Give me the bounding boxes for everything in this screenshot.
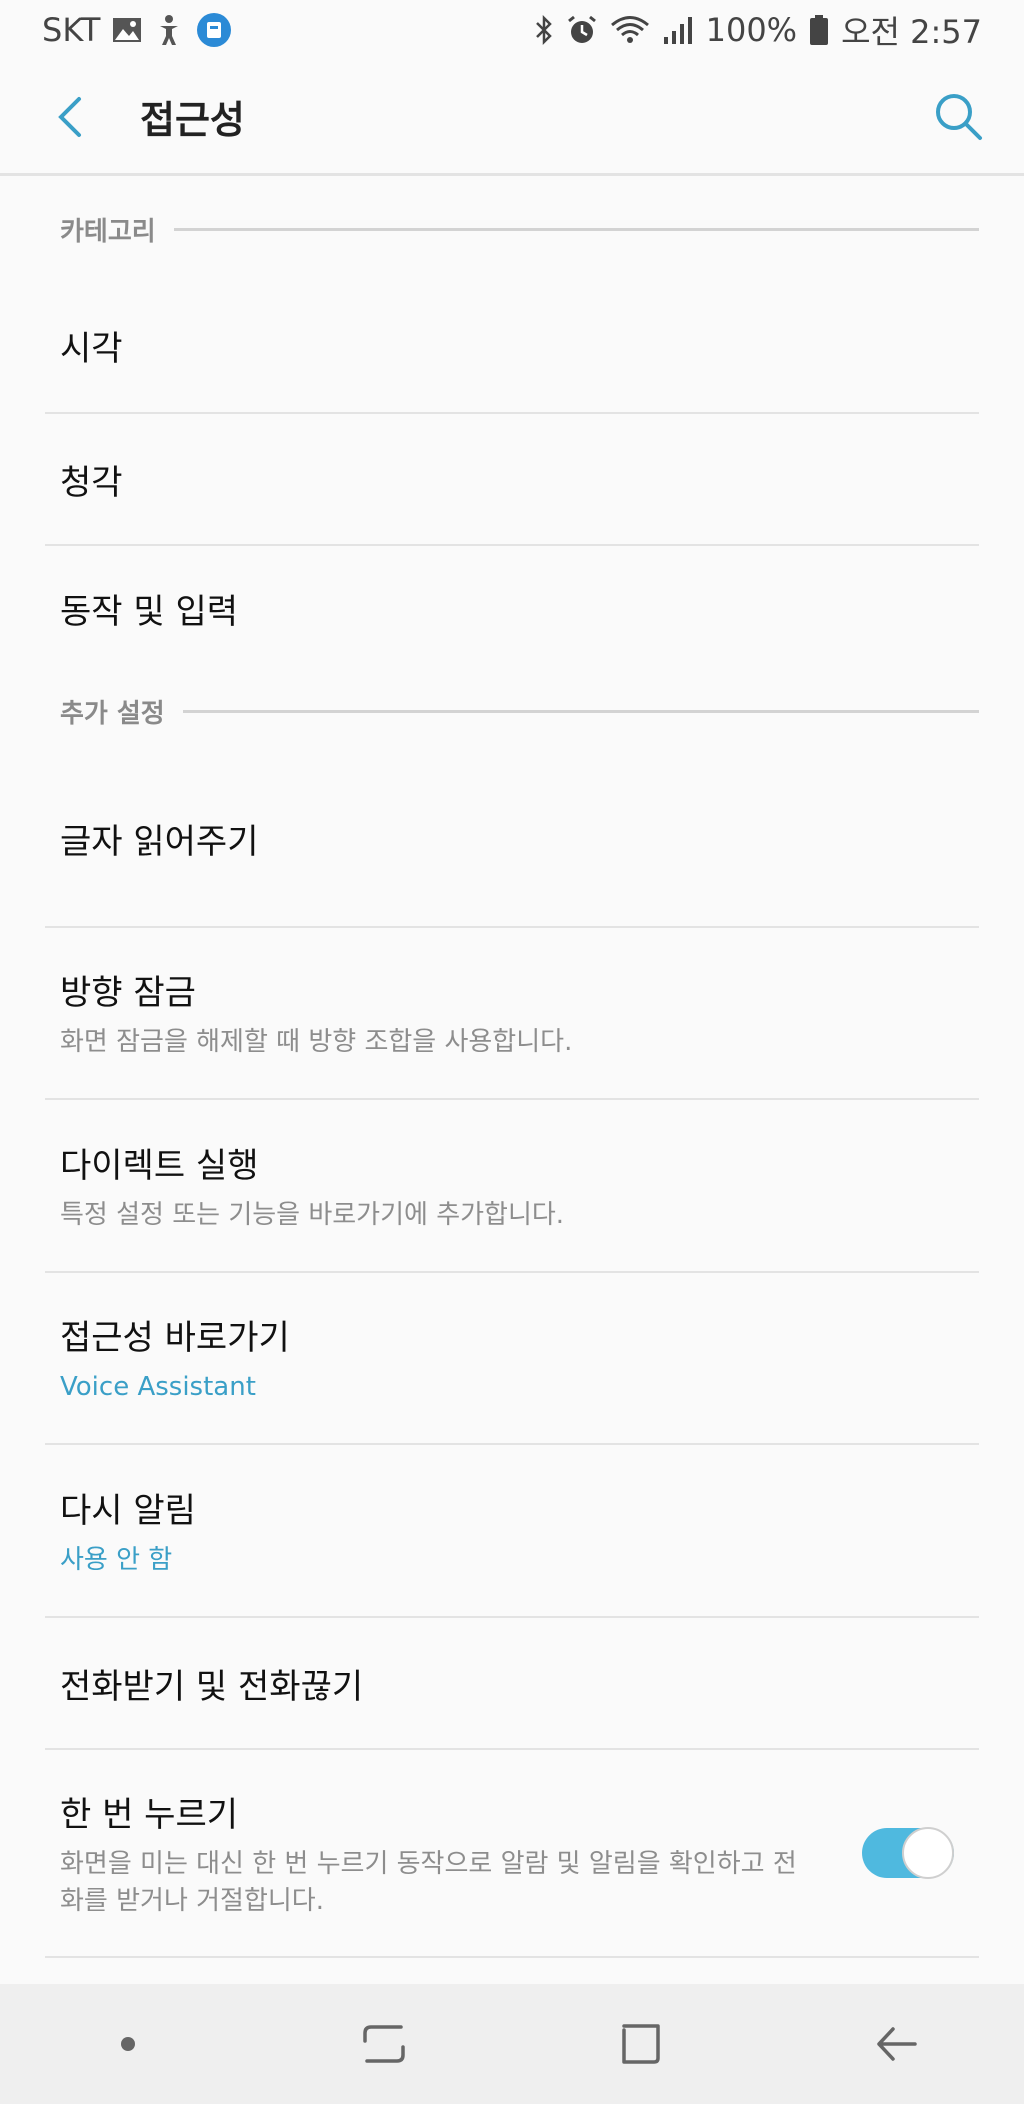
setting-single-tap-mode[interactable]: 한 번 누르기 화면을 미는 대신 한 번 누르기 동작으로 알람 및 알림을 … bbox=[45, 1750, 979, 1958]
status-bar: SKT 100% 오전 2:57 bbox=[0, 0, 1024, 60]
setting-title: 다이렉트 실행 bbox=[60, 1145, 259, 1186]
setting-title: 접근성 바로가기 bbox=[60, 1318, 290, 1359]
section-header-label: 카테고리 bbox=[60, 216, 156, 247]
nav-back-button[interactable] bbox=[836, 1994, 956, 2094]
app-bar: 접근성 bbox=[0, 60, 1024, 176]
battery-icon bbox=[809, 14, 829, 46]
setting-description: 화면을 미는 대신 한 번 누르기 동작으로 알람 및 알림을 확인하고 전화를… bbox=[60, 1849, 797, 1916]
wifi-icon bbox=[610, 14, 650, 46]
accessibility-icon bbox=[154, 14, 184, 46]
setting-description: 특정 설정 또는 기능을 바로가기에 추가합니다. bbox=[60, 1199, 565, 1230]
back-button[interactable] bbox=[24, 72, 114, 162]
setting-answer-end-calls[interactable]: 전화받기 및 전화끊기 bbox=[45, 1618, 979, 1750]
clock: 오전 2:57 bbox=[841, 13, 982, 51]
setting-title: 동작 및 입력 bbox=[60, 592, 239, 632]
section-header-label: 추가 설정 bbox=[60, 698, 165, 729]
signal-icon bbox=[662, 15, 694, 45]
setting-title: 다시 알림 bbox=[60, 1490, 196, 1531]
setting-title: 한 번 누르기 bbox=[60, 1795, 239, 1836]
nav-dot-button[interactable] bbox=[68, 1994, 188, 2094]
section-header-additional: 추가 설정 bbox=[0, 671, 1024, 751]
search-icon bbox=[936, 93, 982, 140]
image-icon bbox=[112, 16, 142, 44]
setting-accessibility-shortcut[interactable]: 접근성 바로가기 Voice Assistant bbox=[45, 1273, 979, 1445]
back-arrow-icon bbox=[58, 96, 81, 137]
setting-direct-access[interactable]: 다이렉트 실행 특정 설정 또는 기능을 바로가기에 추가합니다. bbox=[45, 1100, 979, 1273]
setting-hearing[interactable]: 청각 bbox=[45, 414, 979, 546]
setting-title: 방향 잠금 bbox=[60, 973, 196, 1014]
single-tap-toggle[interactable] bbox=[862, 1827, 954, 1879]
app-notification-icon bbox=[196, 12, 232, 48]
section-divider bbox=[182, 709, 979, 713]
recent-apps-button[interactable] bbox=[324, 1994, 444, 2094]
setting-direction-lock[interactable]: 방향 잠금 화면 잠금을 해제할 때 방향 조합을 사용합니다. bbox=[45, 928, 979, 1100]
carrier-label: SKT bbox=[42, 11, 101, 49]
setting-description: 화면 잠금을 해제할 때 방향 조합을 사용합니다. bbox=[60, 1027, 573, 1058]
setting-title: 전화받기 및 전화끊기 bbox=[60, 1666, 364, 1707]
setting-notification-reminder[interactable]: 다시 알림 사용 안 함 bbox=[45, 1445, 979, 1618]
home-button[interactable] bbox=[580, 1994, 700, 2094]
setting-text-to-speech[interactable]: 글자 읽어주기 bbox=[45, 751, 979, 928]
setting-title: 글자 읽어주기 bbox=[60, 822, 259, 862]
section-divider bbox=[173, 227, 979, 231]
settings-list: 카테고리 시각 청각 동작 및 입력 추가 설정 글자 읽어주기 방향 잠금 화… bbox=[0, 179, 1024, 1958]
alarm-icon bbox=[566, 14, 598, 46]
setting-value: 사용 안 함 bbox=[60, 1544, 173, 1575]
setting-vision[interactable]: 시각 bbox=[45, 279, 979, 414]
back-icon bbox=[877, 2027, 917, 2061]
page-title: 접근성 bbox=[140, 98, 245, 142]
dot-icon bbox=[121, 2037, 135, 2051]
setting-value: Voice Assistant bbox=[60, 1372, 256, 1403]
recent-apps-icon bbox=[363, 2025, 405, 2063]
toggle-knob bbox=[902, 1827, 954, 1879]
setting-interaction[interactable]: 동작 및 입력 bbox=[45, 546, 979, 671]
section-header-category: 카테고리 bbox=[0, 179, 1024, 279]
setting-title: 시각 bbox=[60, 329, 123, 369]
setting-title: 청각 bbox=[60, 462, 123, 503]
navigation-bar bbox=[0, 1984, 1024, 2104]
search-button[interactable] bbox=[914, 72, 1004, 162]
battery-percent: 100% bbox=[705, 11, 798, 49]
bluetooth-icon bbox=[534, 14, 554, 46]
home-icon bbox=[622, 2024, 660, 2064]
